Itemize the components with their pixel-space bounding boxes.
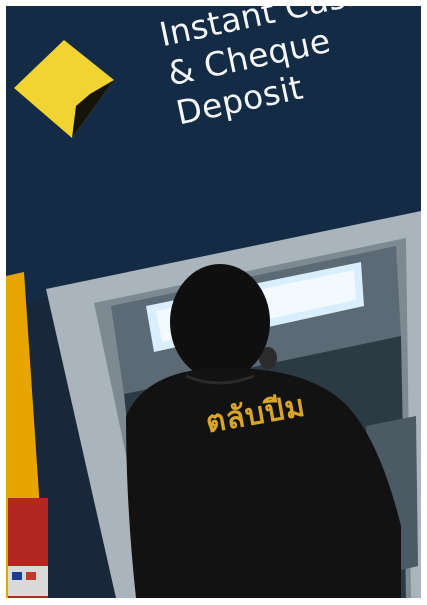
atm-photo: Instant Cash & Cheque Deposit ตลับปีม	[6, 6, 421, 598]
person-head	[170, 264, 270, 380]
photo-frame: Instant Cash & Cheque Deposit ตลับปีม	[0, 0, 427, 605]
brochure-stand	[8, 498, 48, 598]
